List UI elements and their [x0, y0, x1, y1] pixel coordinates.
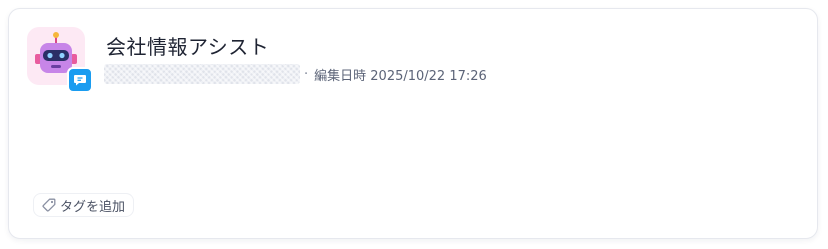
add-tag-button[interactable]: タグを追加: [33, 193, 135, 217]
card-meta: · 編集日時 2025/10/22 17:26: [104, 64, 487, 84]
assistant-title[interactable]: 会社情報アシスト: [106, 31, 269, 60]
assistant-card[interactable]: 会社情報アシスト · 編集日時 2025/10/22 17:26 タグを追加: [8, 8, 818, 239]
add-tag-label: タグを追加: [60, 199, 126, 215]
assistant-avatar: [27, 27, 93, 93]
owner-redacted: [104, 64, 300, 84]
tag-icon: [42, 198, 56, 212]
chat-bubble-icon: [67, 67, 93, 93]
meta-separator: ·: [304, 66, 309, 82]
edited-timestamp: 編集日時 2025/10/22 17:26: [314, 68, 487, 84]
